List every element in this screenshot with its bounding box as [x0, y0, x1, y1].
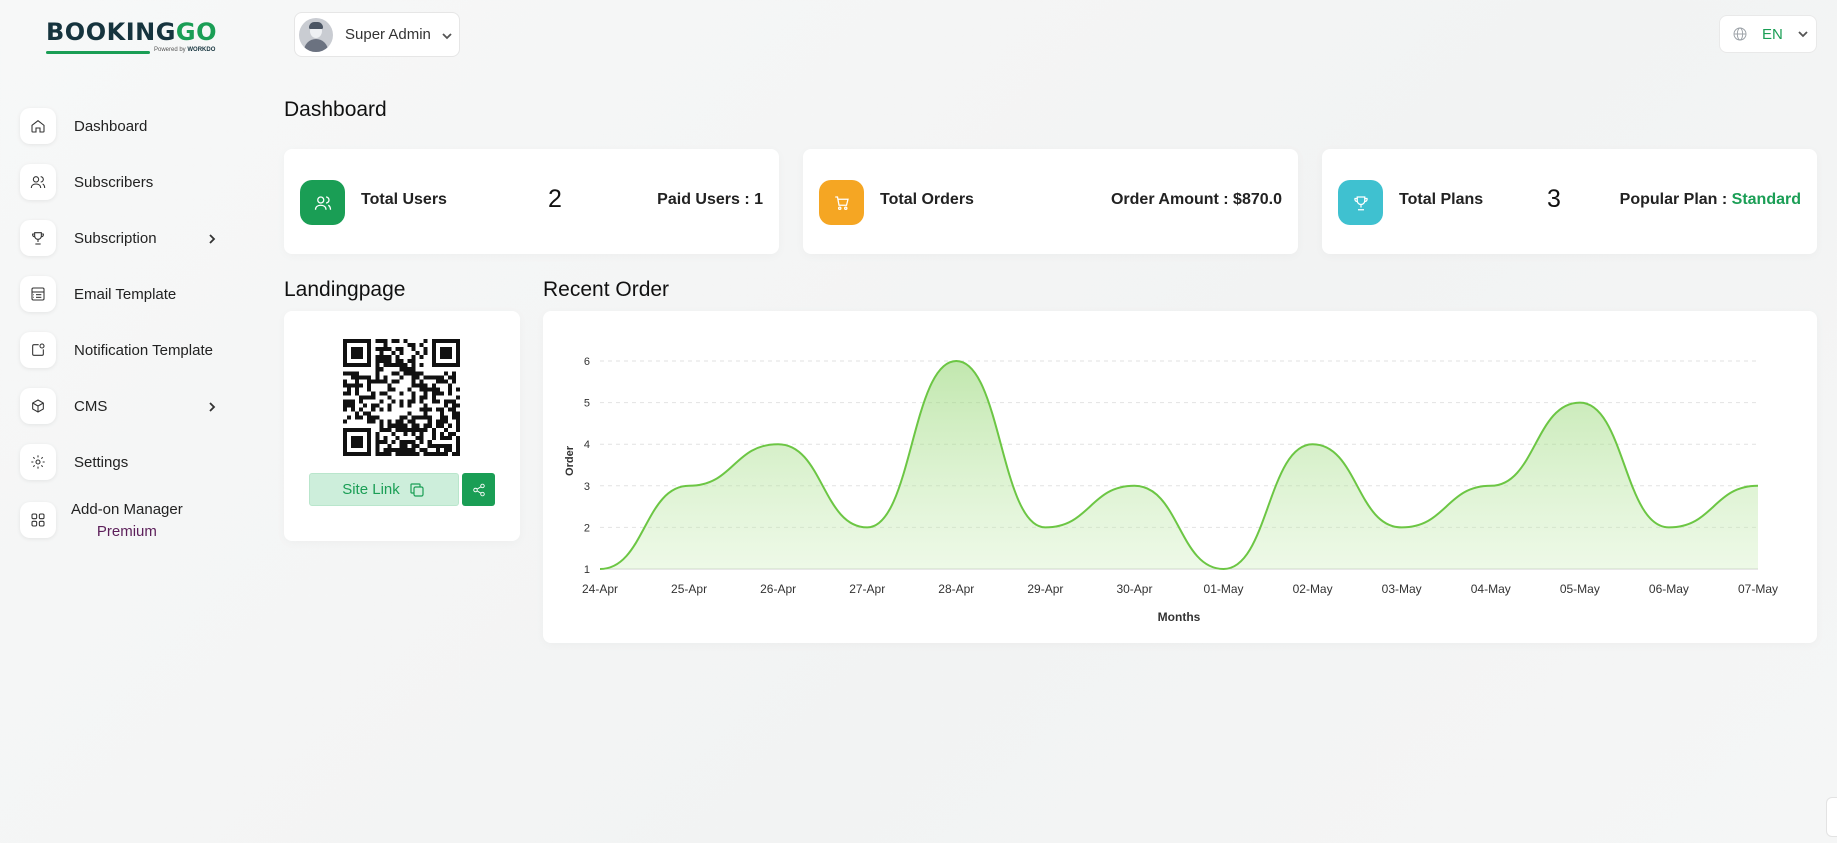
landingpage-card: Site Link — [284, 311, 520, 541]
language-selector[interactable]: EN — [1719, 15, 1817, 53]
brand-logo[interactable]: BOOKINGGO Powered by WORKDO — [46, 18, 218, 60]
sidebar-item-label: Notification Template — [74, 341, 213, 359]
logo-underline — [46, 51, 150, 54]
qr-code — [343, 339, 460, 456]
user-name: Super Admin — [345, 26, 431, 43]
x-tick-label: 07-May — [1738, 582, 1778, 596]
y-axis-title: Order — [564, 445, 576, 476]
stat-detail: Paid Users : 1 — [657, 191, 763, 208]
home-icon — [20, 108, 56, 144]
stat-value: 3 — [1547, 185, 1561, 213]
sidebar-item-addon-manager[interactable]: Add-on Manager Premium — [20, 490, 260, 550]
sidebar-item-dashboard[interactable]: Dashboard — [20, 98, 260, 154]
sidebar-item-subscription[interactable]: Subscription — [20, 210, 260, 266]
corner-tab[interactable] — [1826, 797, 1837, 837]
y-tick-label: 5 — [584, 398, 590, 410]
sidebar-item-label: Dashboard — [74, 117, 148, 135]
sidebar-item-label: Subscription — [74, 229, 157, 247]
stat-label: Total Plans — [1399, 191, 1484, 208]
stat-detail: Order Amount : $870.0 — [1110, 191, 1282, 208]
trophy-icon — [1338, 180, 1383, 225]
x-axis-title: Months — [1158, 610, 1201, 624]
cart-icon — [819, 180, 864, 225]
y-tick-label: 2 — [584, 522, 590, 534]
stat-detail: Popular Plan : Standard — [1619, 191, 1801, 208]
sidebar-item-notification-template[interactable]: Notification Template — [20, 322, 260, 378]
sidebar: BOOKINGGO Powered by WORKDO Dashboard Su… — [0, 0, 262, 843]
stat-label: Total Orders — [880, 191, 974, 208]
x-tick-label: 03-May — [1382, 582, 1422, 596]
logo-accent: GO — [175, 18, 218, 46]
chevron-right-icon — [206, 232, 218, 244]
recent-order-chart: 1 2 3 4 5 6 24-Apr 25-Apr 26-Apr 27-Apr 28-Apr 29-A… — [564, 356, 1778, 624]
page-title: Dashboard — [284, 98, 387, 121]
chevron-down-icon — [441, 29, 453, 41]
sidebar-item-subscribers[interactable]: Subscribers — [20, 154, 260, 210]
logo-main: BOOKING — [46, 18, 176, 46]
x-tick-label: 25-Apr — [671, 582, 707, 596]
box-icon — [20, 388, 56, 424]
x-tick-label: 24-Apr — [582, 582, 618, 596]
y-tick-label: 3 — [584, 481, 590, 493]
chevron-right-icon — [206, 400, 218, 412]
x-tick-label: 06-May — [1649, 582, 1689, 596]
sidebar-item-label: Subscribers — [74, 173, 154, 191]
globe-icon — [1732, 26, 1748, 42]
x-tick-label: 30-Apr — [1116, 582, 1152, 596]
sidebar-item-settings[interactable]: Settings — [20, 434, 260, 490]
series-area — [600, 361, 1758, 569]
x-tick-label: 28-Apr — [938, 582, 974, 596]
notification-icon — [20, 332, 56, 368]
stat-card-total-plans: Total Plans 3 Popular Plan : Standard — [1322, 149, 1817, 254]
x-tick-label: 27-Apr — [849, 582, 885, 596]
x-tick-label: 29-Apr — [1027, 582, 1063, 596]
stat-value: 2 — [548, 185, 562, 213]
y-tick-label: 4 — [584, 439, 590, 451]
sidebar-item-label: Settings — [74, 453, 129, 471]
x-tick-label: 02-May — [1293, 582, 1333, 596]
stat-card-total-users: Total Users 2 Paid Users : 1 — [284, 149, 779, 254]
copy-icon — [410, 482, 424, 497]
site-link-label: Site Link — [342, 481, 400, 498]
language-code: EN — [1762, 25, 1783, 43]
logo-powered-by: Powered by WORKDO — [154, 47, 216, 53]
sidebar-item-cms[interactable]: CMS — [20, 378, 260, 434]
sidebar-item-email-template[interactable]: Email Template — [20, 266, 260, 322]
users-icon — [20, 164, 56, 200]
gear-icon — [20, 444, 56, 480]
avatar — [299, 17, 333, 52]
y-tick-label: 6 — [584, 356, 590, 368]
sidebar-item-label: Add-on Manager — [71, 500, 183, 518]
grid-icon — [20, 502, 56, 538]
user-menu-button[interactable]: Super Admin — [294, 12, 460, 57]
sidebar-item-label: Email Template — [74, 285, 177, 303]
recent-order-title: Recent Order — [543, 278, 670, 301]
landingpage-title: Landingpage — [284, 278, 406, 301]
x-tick-label: 04-May — [1471, 582, 1511, 596]
stat-label: Total Users — [361, 191, 447, 208]
popular-plan-name: Standard — [1731, 191, 1801, 208]
sidebar-nav: Dashboard Subscribers Subscription Email… — [20, 98, 260, 550]
x-tick-label: 05-May — [1560, 582, 1600, 596]
template-icon — [20, 276, 56, 312]
users-icon — [300, 180, 345, 225]
trophy-icon — [20, 220, 56, 256]
recent-order-chart-card: 1 2 3 4 5 6 24-Apr 25-Apr 26-Apr 27-Apr 28-Apr 29-A… — [543, 311, 1817, 643]
premium-badge: Premium — [96, 522, 157, 540]
site-link-button[interactable]: Site Link — [309, 473, 459, 506]
sidebar-item-label: CMS — [74, 397, 108, 415]
stat-card-total-orders: Total Orders Order Amount : $870.0 — [803, 149, 1298, 254]
share-button[interactable] — [462, 473, 495, 506]
y-tick-label: 1 — [584, 564, 590, 576]
x-tick-label: 26-Apr — [760, 582, 796, 596]
share-icon — [472, 483, 485, 496]
chevron-down-icon — [1797, 28, 1809, 40]
x-tick-label: 01-May — [1204, 582, 1244, 596]
